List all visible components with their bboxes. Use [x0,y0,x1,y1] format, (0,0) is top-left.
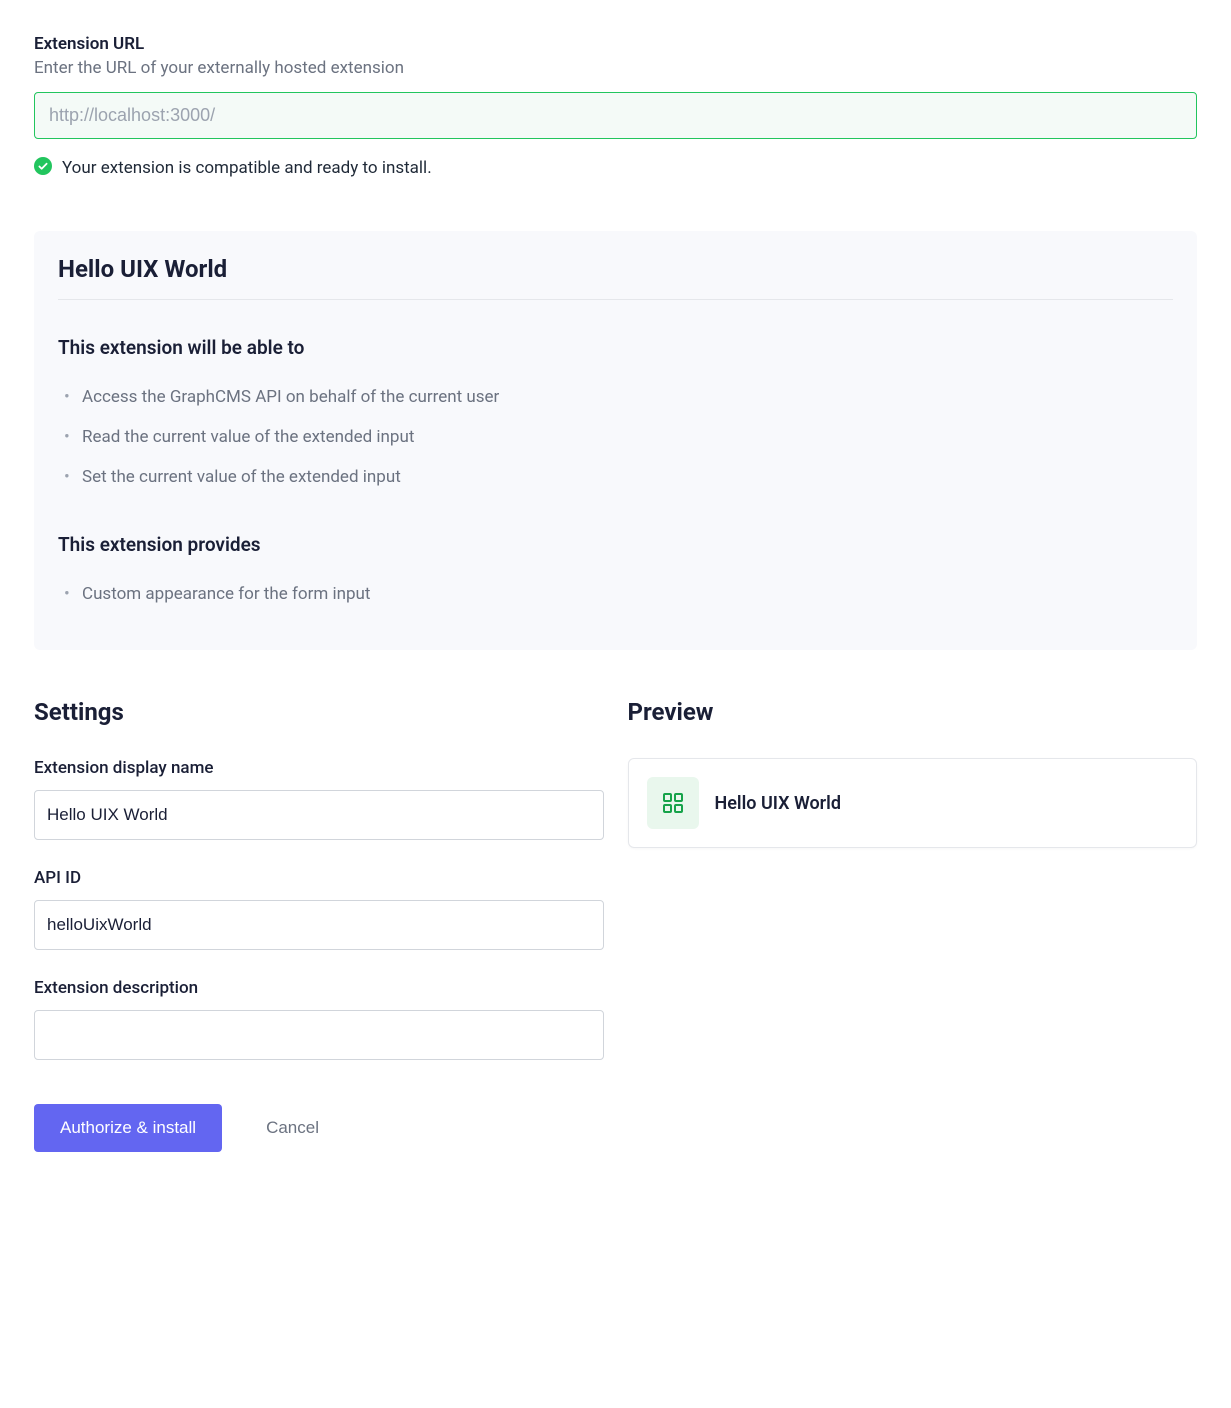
api-id-input[interactable] [34,900,604,950]
display-name-label: Extension display name [34,758,604,778]
provides-heading: This extension provides [58,533,1173,556]
provides-list: Custom appearance for the form input [58,574,1173,614]
description-input[interactable] [34,1010,604,1060]
settings-preview-row: Settings Extension display name API ID E… [34,698,1197,1152]
permissions-list: Access the GraphCMS API on behalf of the… [58,377,1173,497]
extension-url-section: Extension URL Enter the URL of your exte… [34,34,1197,179]
authorize-install-button[interactable]: Authorize & install [34,1104,222,1152]
extension-title: Hello UIX World [58,255,1173,300]
extension-url-sublabel: Enter the URL of your externally hosted … [34,58,1197,78]
status-text: Your extension is compatible and ready t… [62,158,432,178]
extension-info-panel: Hello UIX World This extension will be a… [34,231,1197,650]
list-item: Custom appearance for the form input [58,574,1173,614]
api-id-label: API ID [34,868,604,888]
description-field: Extension description [34,978,604,1060]
preview-heading: Preview [628,698,1198,726]
extension-url-input[interactable] [34,92,1197,139]
settings-heading: Settings [34,698,604,726]
cancel-button[interactable]: Cancel [254,1104,331,1152]
extension-url-label: Extension URL [34,34,1197,54]
check-circle-icon [34,157,52,179]
api-id-field: API ID [34,868,604,950]
list-item: Read the current value of the extended i… [58,417,1173,457]
preview-name: Hello UIX World [715,793,841,814]
preview-column: Preview Hello UIX World [628,698,1198,1152]
display-name-input[interactable] [34,790,604,840]
display-name-field: Extension display name [34,758,604,840]
preview-card: Hello UIX World [628,758,1198,848]
description-label: Extension description [34,978,604,998]
permissions-heading: This extension will be able to [58,336,1173,359]
grid-icon [647,777,699,829]
list-item: Access the GraphCMS API on behalf of the… [58,377,1173,417]
status-row: Your extension is compatible and ready t… [34,157,1197,179]
settings-column: Settings Extension display name API ID E… [34,698,604,1152]
button-row: Authorize & install Cancel [34,1104,604,1152]
list-item: Set the current value of the extended in… [58,457,1173,497]
